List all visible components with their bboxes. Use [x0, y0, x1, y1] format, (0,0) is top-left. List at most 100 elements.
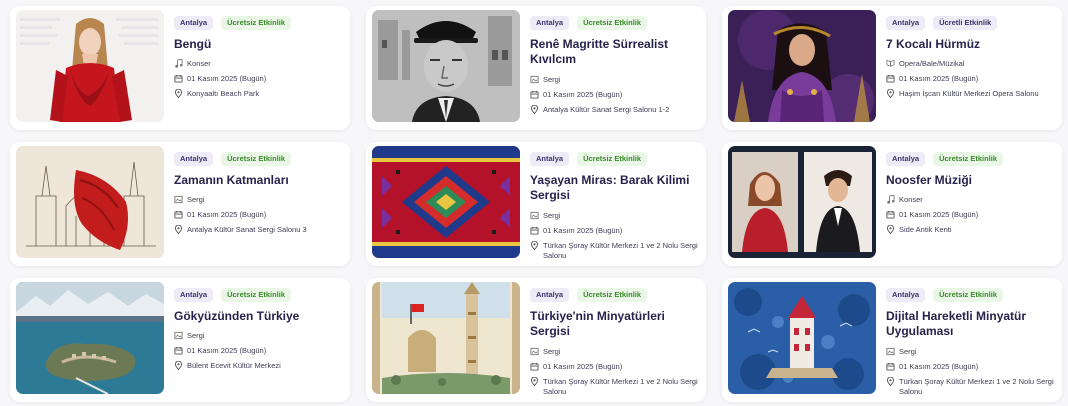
exhibition-icon — [530, 347, 539, 356]
event-title[interactable]: Renê Magritte Sürrealist Kıvılcım — [530, 37, 700, 68]
price-badge: Ücretsiz Etkinlik — [577, 152, 648, 166]
date-label: 01 Kasım 2025 (Bugün) — [899, 361, 979, 371]
event-title[interactable]: Zamanın Katmanları — [174, 173, 344, 189]
location-pin-icon — [174, 89, 183, 98]
price-badge: Ücretsiz Etkinlik — [933, 288, 1004, 302]
music-icon — [174, 59, 183, 68]
category-label: Konser — [187, 59, 211, 68]
event-title[interactable]: Noosfer Müziği — [886, 173, 1056, 189]
date-label: 01 Kasım 2025 (Bugün) — [543, 361, 623, 371]
event-card[interactable]: Antalya Ücretli Etkinlik 7 Kocalı Hürmüz… — [722, 6, 1062, 130]
event-date: 01 Kasım 2025 (Bugün) — [530, 362, 700, 372]
location-pin-icon — [174, 361, 183, 370]
event-image[interactable] — [728, 10, 876, 122]
city-badge: Antalya — [174, 16, 214, 30]
location-pin-icon — [530, 240, 539, 250]
price-badge: Ücretsiz Etkinlik — [577, 16, 648, 30]
theatre-icon — [886, 59, 895, 68]
city-badge: Antalya — [886, 288, 926, 302]
calendar-icon — [886, 74, 895, 83]
location-pin-icon — [530, 104, 539, 114]
event-venue: Türkan Şoray Kültür Merkezi 1 ve 2 Nolu … — [530, 376, 700, 397]
event-date: 01 Kasım 2025 (Bugün) — [886, 74, 1056, 84]
event-category: Sergi — [530, 211, 700, 221]
event-image[interactable] — [16, 282, 164, 394]
category-label: Sergi — [543, 74, 561, 84]
city-badge: Antalya — [886, 152, 926, 166]
exhibition-icon — [174, 195, 183, 204]
event-venue: Antalya Kültür Sanat Sergi Salonu 1-2 — [530, 104, 700, 115]
event-category: Sergi — [530, 75, 700, 85]
price-badge: Ücretli Etkinlik — [933, 16, 998, 30]
location-pin-icon — [174, 225, 183, 234]
event-card[interactable]: Antalya Ücretsiz Etkinlik Türkiye'nin Mi… — [366, 278, 706, 402]
date-label: 01 Kasım 2025 (Bugün) — [187, 210, 267, 219]
event-card[interactable]: Antalya Ücretsiz Etkinlik Gökyüzünden Tü… — [10, 278, 350, 402]
exhibition-icon — [530, 75, 539, 84]
exhibition-icon — [530, 211, 539, 220]
event-image[interactable] — [728, 282, 876, 394]
event-title[interactable]: Bengü — [174, 37, 344, 53]
event-card[interactable]: Antalya Ücretsiz Etkinlik Bengü Konser 0… — [10, 6, 350, 130]
calendar-icon — [886, 210, 895, 219]
category-label: Sergi — [187, 331, 205, 340]
category-label: Sergi — [543, 210, 561, 220]
city-badge: Antalya — [530, 16, 570, 30]
event-venue: Türkan Şoray Kültür Merkezi 1 ve 2 Nolu … — [530, 240, 700, 261]
event-venue: Bülent Ecevit Kültür Merkezi — [174, 361, 344, 371]
location-pin-icon — [886, 376, 895, 386]
event-card[interactable]: Antalya Ücretsiz Etkinlik Renê Magritte … — [366, 6, 706, 130]
music-icon — [886, 195, 895, 204]
event-title[interactable]: Yaşayan Miras: Barak Kilimi Sergisi — [530, 173, 700, 204]
exhibition-icon — [886, 347, 895, 356]
venue-label: Konyaaltı Beach Park — [187, 89, 260, 98]
venue-label: Türkan Şoray Kültür Merkezi 1 ve 2 Nolu … — [899, 376, 1054, 396]
event-image[interactable] — [372, 10, 520, 122]
calendar-icon — [174, 210, 183, 219]
event-title[interactable]: Dijital Hareketli Minyatür Uygulaması — [886, 309, 1056, 340]
event-image[interactable] — [728, 146, 876, 258]
event-title[interactable]: 7 Kocalı Hürmüz — [886, 37, 1056, 53]
event-category: Konser — [886, 195, 1056, 205]
price-badge: Ücretsiz Etkinlik — [221, 288, 292, 302]
event-title[interactable]: Türkiye'nin Minyatürleri Sergisi — [530, 309, 700, 340]
price-badge: Ücretsiz Etkinlik — [221, 152, 292, 166]
event-title[interactable]: Gökyüzünden Türkiye — [174, 309, 344, 325]
event-venue: Türkan Şoray Kültür Merkezi 1 ve 2 Nolu … — [886, 376, 1056, 397]
date-label: 01 Kasım 2025 (Bugün) — [543, 89, 623, 99]
event-category: Sergi — [886, 347, 1056, 357]
event-venue: Side Antik Kenti — [886, 225, 1056, 235]
venue-label: Türkan Şoray Kültür Merkezi 1 ve 2 Nolu … — [543, 376, 698, 396]
event-category: Konser — [174, 59, 344, 69]
venue-label: Antalya Kültür Sanat Sergi Salonu 1-2 — [543, 104, 670, 114]
date-label: 01 Kasım 2025 (Bugün) — [187, 346, 267, 355]
category-label: Sergi — [899, 346, 917, 356]
city-badge: Antalya — [174, 288, 214, 302]
calendar-icon — [530, 362, 539, 371]
price-badge: Ücretsiz Etkinlik — [577, 288, 648, 302]
event-card[interactable]: Antalya Ücretsiz Etkinlik Yaşayan Miras:… — [366, 142, 706, 266]
calendar-icon — [886, 362, 895, 371]
location-pin-icon — [886, 89, 895, 98]
location-pin-icon — [530, 376, 539, 386]
event-image[interactable] — [372, 146, 520, 258]
event-date: 01 Kasım 2025 (Bugün) — [174, 74, 344, 84]
event-date: 01 Kasım 2025 (Bugün) — [886, 210, 1056, 220]
event-grid: Antalya Ücretsiz Etkinlik Bengü Konser 0… — [10, 6, 1062, 404]
event-category: Sergi — [174, 195, 344, 205]
category-label: Opera/Bale/Müzikal — [899, 59, 965, 68]
event-date: 01 Kasım 2025 (Bugün) — [530, 226, 700, 236]
city-badge: Antalya — [530, 152, 570, 166]
event-card[interactable]: Antalya Ücretsiz Etkinlik Dijital Hareke… — [722, 278, 1062, 402]
event-category: Sergi — [530, 347, 700, 357]
event-category: Opera/Bale/Müzikal — [886, 59, 1056, 69]
event-image[interactable] — [372, 282, 520, 394]
city-badge: Antalya — [886, 16, 926, 30]
event-card[interactable]: Antalya Ücretsiz Etkinlik Zamanın Katman… — [10, 142, 350, 266]
date-label: 01 Kasım 2025 (Bugün) — [899, 74, 979, 83]
venue-label: Side Antik Kenti — [899, 225, 952, 234]
event-image[interactable] — [16, 146, 164, 258]
event-venue: Konyaaltı Beach Park — [174, 89, 344, 99]
event-image[interactable] — [16, 10, 164, 122]
event-card[interactable]: Antalya Ücretsiz Etkinlik Noosfer Müziği… — [722, 142, 1062, 266]
